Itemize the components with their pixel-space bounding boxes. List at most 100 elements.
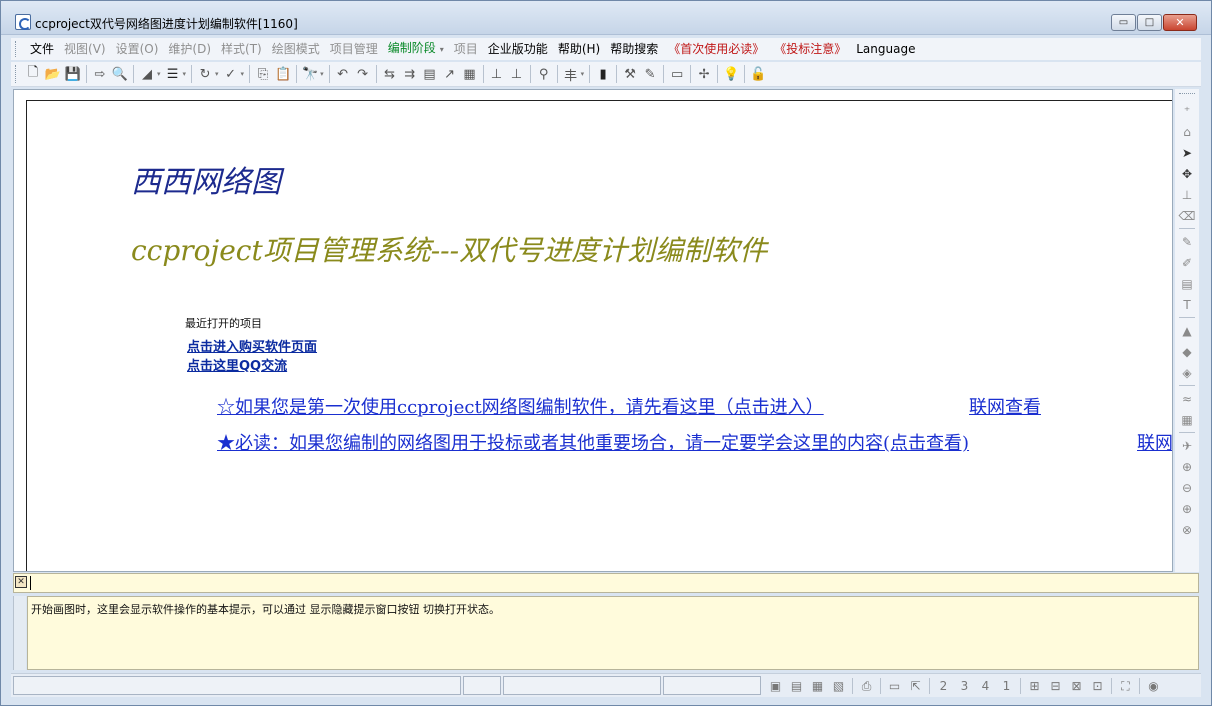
new-file-icon[interactable]: 🗋: [23, 64, 43, 84]
chevron-down-icon[interactable]: ▾: [320, 70, 324, 78]
brush-icon[interactable]: ✎: [1177, 231, 1197, 252]
eraser-icon[interactable]: ⌫: [1177, 205, 1197, 226]
add-node-icon[interactable]: ⁺: [1177, 100, 1197, 121]
settings-circle-icon[interactable]: ◉: [1143, 676, 1164, 696]
text-box-icon[interactable]: T: [1177, 294, 1197, 315]
chevron-down-icon[interactable]: ▾: [581, 70, 585, 78]
menu-item-2[interactable]: 设置(O): [111, 39, 164, 59]
export-icon[interactable]: ⇨: [90, 64, 110, 84]
step-3-icon[interactable]: 3: [954, 676, 975, 696]
hint-input-bar[interactable]: ✕: [13, 573, 1199, 593]
diamond-icon[interactable]: ◈: [1177, 362, 1197, 383]
hint-close-icon[interactable]: ✕: [15, 576, 27, 588]
close-button[interactable]: ✕: [1163, 14, 1197, 31]
zoom-fit-icon[interactable]: ⊖: [1177, 477, 1197, 498]
first-use-link[interactable]: ☆如果您是第一次使用ccproject网络图编制软件，请先看这里（点击进入）: [217, 393, 824, 419]
view-b-icon[interactable]: ▤: [786, 676, 807, 696]
right-toolbar-grip[interactable]: [1179, 93, 1195, 96]
node-icon[interactable]: ⚲: [534, 64, 554, 84]
zoom-in-icon[interactable]: ⊕: [1177, 456, 1197, 477]
tools-icon[interactable]: ⚒: [620, 64, 640, 84]
indent-icon[interactable]: ☰: [163, 64, 183, 84]
fit-screen-icon[interactable]: ⛶: [1115, 676, 1136, 696]
view-c-icon[interactable]: ▦: [807, 676, 828, 696]
wave-icon[interactable]: ≈: [1177, 388, 1197, 409]
find-icon[interactable]: 🔭: [300, 64, 320, 84]
view-a-icon[interactable]: ▣: [765, 676, 786, 696]
menu-item-12[interactable]: 《首次使用必读》: [663, 39, 769, 59]
align-b-icon[interactable]: ⊥: [507, 64, 527, 84]
zoom-all-icon[interactable]: ⊕: [1177, 498, 1197, 519]
unlock-icon[interactable]: 🔓: [748, 64, 768, 84]
move-icon[interactable]: ✥: [1177, 163, 1197, 184]
spread-d-icon[interactable]: ⊡: [1087, 676, 1108, 696]
chevron-down-icon[interactable]: ▾: [157, 70, 161, 78]
menu-item-10[interactable]: 帮助(H): [553, 39, 605, 59]
monitor-icon[interactable]: ▭: [667, 64, 687, 84]
menu-item-7[interactable]: 编制阶段 ▾: [383, 38, 449, 60]
fly-icon[interactable]: ✈: [1177, 435, 1197, 456]
tag-icon[interactable]: ⌂: [1177, 121, 1197, 142]
table-icon[interactable]: ▤: [420, 64, 440, 84]
bulb-icon[interactable]: 💡: [721, 64, 741, 84]
chart-box-icon[interactable]: ▤: [1177, 273, 1197, 294]
spread-b-icon[interactable]: ⊟: [1045, 676, 1066, 696]
buy-software-link[interactable]: 点击进入购买软件页面: [187, 336, 317, 355]
hat-down-icon[interactable]: ◆: [1177, 341, 1197, 362]
bar-chart-icon[interactable]: ▮: [593, 64, 613, 84]
select-arrow-icon[interactable]: ➤: [1177, 142, 1197, 163]
link-icon[interactable]: ⇆: [380, 64, 400, 84]
drawing-canvas[interactable]: 西西网络图 ccproject项目管理系统---双代号进度计划编制软件 最近打开…: [13, 89, 1173, 572]
check-icon[interactable]: ✓: [221, 64, 241, 84]
maximize-button[interactable]: □: [1137, 14, 1162, 31]
save-icon[interactable]: 💾: [63, 64, 83, 84]
view-d-icon[interactable]: ▧: [828, 676, 849, 696]
chevron-down-icon[interactable]: ▾: [440, 45, 444, 54]
split-icon[interactable]: ⇉: [400, 64, 420, 84]
first-use-online-link[interactable]: 联网查看: [969, 393, 1041, 419]
chevron-down-icon[interactable]: ▾: [215, 70, 219, 78]
menu-item-3[interactable]: 维护(D): [163, 39, 216, 59]
align-a-icon[interactable]: ⊥: [487, 64, 507, 84]
menu-item-1[interactable]: 视图(V): [59, 39, 111, 59]
stack-icon[interactable]: ▦: [460, 64, 480, 84]
undo-icon[interactable]: ↶: [333, 64, 353, 84]
redo-icon[interactable]: ↷: [353, 64, 373, 84]
paste-icon[interactable]: 📋: [273, 64, 293, 84]
zoom-reset-icon[interactable]: ⊗: [1177, 519, 1197, 540]
toolbar-grip[interactable]: [15, 65, 19, 83]
hat-up-icon[interactable]: ▲: [1177, 320, 1197, 341]
line-style-icon[interactable]: ◢: [137, 64, 157, 84]
chevron-down-icon[interactable]: ▾: [241, 70, 245, 78]
menu-item-4[interactable]: 样式(T): [216, 39, 267, 59]
step-1-icon[interactable]: 1: [996, 676, 1017, 696]
grid-icon[interactable]: ▦: [1177, 409, 1197, 430]
ruler-icon[interactable]: ⊥: [1177, 184, 1197, 205]
menu-item-13[interactable]: 《投标注意》: [769, 39, 851, 59]
pen-icon[interactable]: ✎: [640, 64, 660, 84]
must-read-link[interactable]: ★必读：如果您编制的网络图用于投标或者其他重要场合，请一定要学会这里的内容(点击…: [217, 429, 969, 455]
refresh-icon[interactable]: ↻: [195, 64, 215, 84]
curve-icon[interactable]: ↗: [440, 64, 460, 84]
qq-chat-link[interactable]: 点击这里QQ交流: [187, 355, 287, 374]
paint-icon[interactable]: ✐: [1177, 252, 1197, 273]
spread-a-icon[interactable]: ⊞: [1024, 676, 1045, 696]
printer-icon[interactable]: ⎙: [856, 676, 877, 696]
menu-item-9[interactable]: 企业版功能: [483, 39, 553, 59]
copy-icon[interactable]: ⎘: [253, 64, 273, 84]
menu-item-8[interactable]: 项目: [449, 39, 483, 59]
step-4-icon[interactable]: 4: [975, 676, 996, 696]
step-2-icon[interactable]: 2: [933, 676, 954, 696]
spread-c-icon[interactable]: ⊠: [1066, 676, 1087, 696]
menu-item-11[interactable]: 帮助搜索: [605, 39, 663, 59]
chevron-down-icon[interactable]: ▾: [183, 70, 187, 78]
calendar-icon[interactable]: ▭: [884, 676, 905, 696]
menu-item-0[interactable]: 文件: [25, 39, 59, 59]
menu-item-5[interactable]: 绘图模式: [267, 39, 325, 59]
print-preview-icon[interactable]: 🔍: [110, 64, 130, 84]
minimize-button[interactable]: ▭: [1111, 14, 1136, 31]
pointer-icon[interactable]: ✢: [694, 64, 714, 84]
text-format-icon[interactable]: 丰: [561, 64, 581, 84]
open-folder-icon[interactable]: 📂: [43, 64, 63, 84]
menubar-grip[interactable]: [15, 41, 19, 57]
